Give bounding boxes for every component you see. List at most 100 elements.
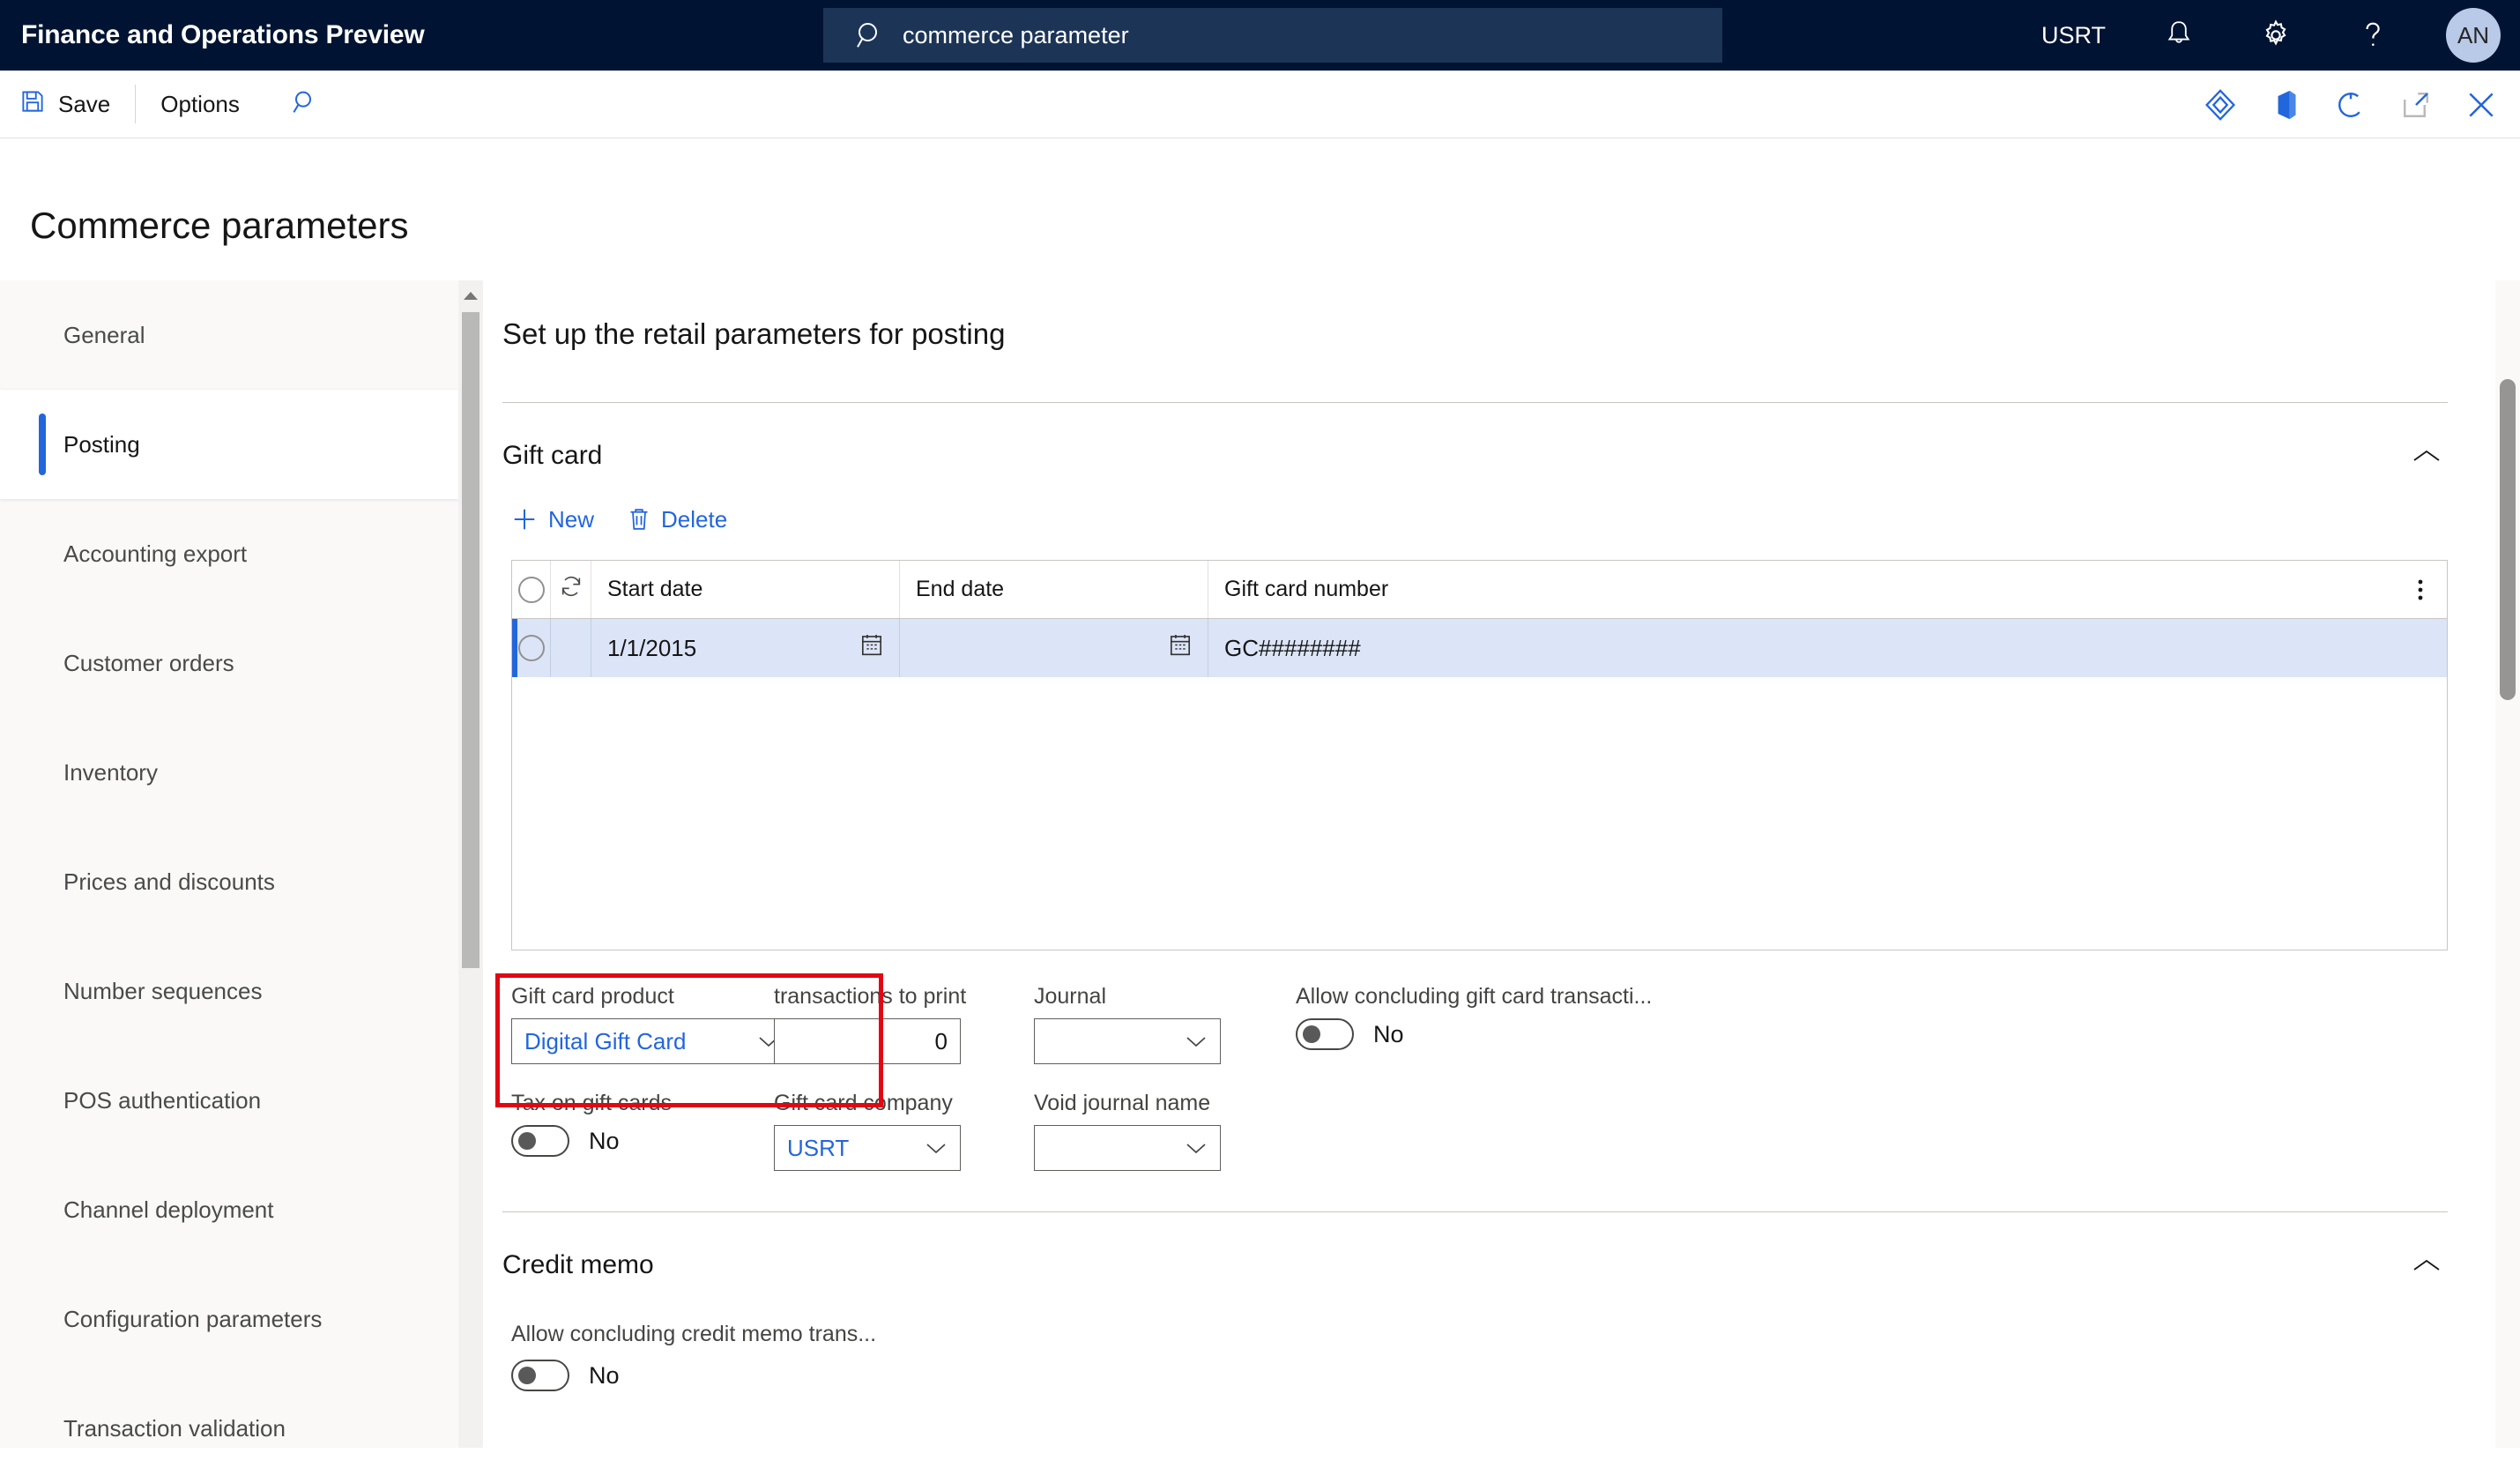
allow-concluding-credit-memo-toggle[interactable]: No (511, 1360, 2467, 1391)
allow-concluding-gift-card-toggle[interactable]: No (1296, 1018, 1701, 1050)
search-icon (855, 21, 883, 49)
void-journal-name-field: Void journal name (1034, 1091, 1298, 1171)
row-select-radio[interactable] (512, 619, 551, 677)
grid-header-status (551, 561, 591, 618)
row-status-refresh-icon (559, 574, 584, 605)
sidebar-item-transaction-validation[interactable]: Transaction validation (0, 1374, 458, 1483)
grid-header-start-date[interactable]: Start date (591, 561, 900, 618)
company-selector[interactable]: USRT (2041, 22, 2106, 49)
command-bar-right-group (2174, 71, 2501, 138)
delete-button[interactable]: Delete (628, 506, 727, 533)
main-scrollbar-thumb[interactable] (2500, 379, 2516, 700)
sidebar-item-label: Number sequences (63, 977, 263, 1004)
sidebar-item-pos-authentication[interactable]: POS authentication (0, 1046, 458, 1155)
options-label: Options (160, 90, 240, 117)
toggle-switch-off[interactable] (511, 1360, 569, 1391)
gift-card-product-input[interactable]: Digital Gift Card (511, 1018, 793, 1064)
grid-header-gift-card-number[interactable]: Gift card number (1208, 561, 2447, 618)
transactions-to-print-input[interactable]: 0 (774, 1018, 961, 1064)
gift-card-product-field: Gift card product Digital Gift Card (511, 984, 793, 1064)
fields-column-4: Allow concluding gift card transacti... … (1296, 984, 1701, 1050)
giftcard-grid-toolbar: New Delete (511, 498, 2467, 540)
chevron-down-icon[interactable] (925, 1141, 948, 1155)
global-search-box[interactable]: commerce parameter (823, 8, 1722, 63)
void-journal-name-input[interactable] (1034, 1125, 1221, 1171)
transactions-to-print-label: transactions to print (774, 984, 967, 1009)
more-vertical-icon[interactable] (2405, 561, 2436, 619)
cell-start-date[interactable]: 1/1/2015 (591, 619, 900, 677)
calendar-icon[interactable] (860, 633, 883, 664)
open-in-new-window-icon[interactable] (2397, 86, 2435, 124)
sidebar-scrollbar[interactable] (458, 280, 483, 1448)
giftcard-group-title: Gift card (502, 441, 603, 470)
grid-header-end-date[interactable]: End date (900, 561, 1208, 618)
sidebar-navigation: General Posting Accounting export Custom… (0, 280, 458, 1448)
tax-on-gift-cards-toggle[interactable]: No (511, 1125, 776, 1157)
top-navigation-bar: Finance and Operations Preview commerce … (0, 0, 2520, 71)
select-all-radio-icon[interactable] (517, 576, 545, 603)
journal-field: Journal (1034, 984, 1298, 1064)
help-question-icon[interactable] (2349, 11, 2397, 59)
gift-card-product-label: Gift card product (511, 984, 674, 1009)
close-icon[interactable] (2462, 86, 2501, 124)
chevron-up-icon[interactable] (2405, 435, 2448, 477)
chevron-up-icon[interactable] (2405, 1244, 2448, 1286)
section-divider (502, 402, 2448, 403)
scroll-up-arrow-icon[interactable] (458, 280, 483, 310)
transactions-to-print-field: transactions to print 0 (774, 984, 1038, 1064)
new-button[interactable]: New (511, 506, 594, 533)
sidebar-item-accounting-export[interactable]: Accounting export (0, 499, 458, 608)
sidebar-scrollbar-thumb[interactable] (462, 312, 479, 968)
main-content-panel: Set up the retail parameters for posting… (483, 280, 2520, 1448)
options-button[interactable]: Options (141, 79, 259, 129)
gift-card-company-label: Gift card company (774, 1091, 953, 1115)
main-scrollbar[interactable] (2495, 280, 2520, 1448)
personalize-diamond-icon[interactable] (2201, 86, 2240, 124)
calendar-icon[interactable] (1169, 633, 1192, 664)
find-button[interactable] (279, 79, 331, 129)
giftcard-group-header[interactable]: Gift card (502, 429, 2448, 482)
toggle-switch-off[interactable] (511, 1125, 569, 1157)
user-avatar[interactable]: AN (2446, 8, 2501, 63)
gift-card-company-input[interactable]: USRT (774, 1125, 961, 1171)
tax-on-gift-cards-field: Tax on gift cards No (511, 1091, 776, 1157)
creditmemo-group-header[interactable]: Credit memo (502, 1239, 2448, 1292)
transactions-to-print-value: 0 (934, 1027, 948, 1054)
sidebar-item-label: General (63, 321, 145, 348)
row-status-cell (551, 619, 591, 677)
fields-column-2: transactions to print 0 Gift card compan… (774, 984, 1038, 1171)
sidebar-item-label: Inventory (63, 758, 158, 786)
sidebar-item-posting[interactable]: Posting (0, 390, 458, 499)
sidebar-item-general[interactable]: General (0, 280, 458, 390)
sidebar-item-configuration-parameters[interactable]: Configuration parameters (0, 1264, 458, 1374)
save-label: Save (58, 90, 111, 117)
toggle-switch-off[interactable] (1296, 1018, 1354, 1050)
search-icon (291, 88, 319, 121)
notifications-bell-icon[interactable] (2155, 11, 2203, 59)
journal-input[interactable] (1034, 1018, 1221, 1064)
cell-gift-card-number[interactable]: GC######## (1208, 619, 2447, 677)
office-app-icon[interactable] (2266, 86, 2305, 124)
cell-gift-card-number-value: GC######## (1224, 634, 1361, 661)
settings-gear-icon[interactable] (2252, 11, 2300, 59)
sidebar-item-inventory[interactable]: Inventory (0, 718, 458, 827)
grid-header-select-all[interactable] (512, 561, 551, 618)
sidebar-item-customer-orders[interactable]: Customer orders (0, 608, 458, 718)
sidebar-item-prices-and-discounts[interactable]: Prices and discounts (0, 827, 458, 936)
sidebar-item-label: Customer orders (63, 649, 234, 676)
delete-label: Delete (661, 505, 728, 533)
command-bar: Save Options (0, 71, 2520, 138)
save-button[interactable]: Save (0, 79, 130, 129)
sidebar-item-number-sequences[interactable]: Number sequences (0, 936, 458, 1046)
table-row[interactable]: 1/1/2015 GC######## (512, 619, 2447, 677)
toggle-knob (1303, 1025, 1320, 1043)
tax-on-gift-cards-label: Tax on gift cards (511, 1091, 673, 1115)
app-title: Finance and Operations Preview (21, 20, 425, 49)
row-select-radio-icon[interactable] (517, 635, 545, 661)
chevron-down-icon[interactable] (1185, 1034, 1208, 1048)
allow-concluding-credit-memo-label: Allow concluding credit memo trans... (511, 1322, 877, 1346)
sidebar-item-channel-deployment[interactable]: Channel deployment (0, 1155, 458, 1264)
chevron-down-icon[interactable] (1185, 1141, 1208, 1155)
refresh-icon[interactable] (2331, 86, 2370, 124)
cell-end-date[interactable] (900, 619, 1208, 677)
